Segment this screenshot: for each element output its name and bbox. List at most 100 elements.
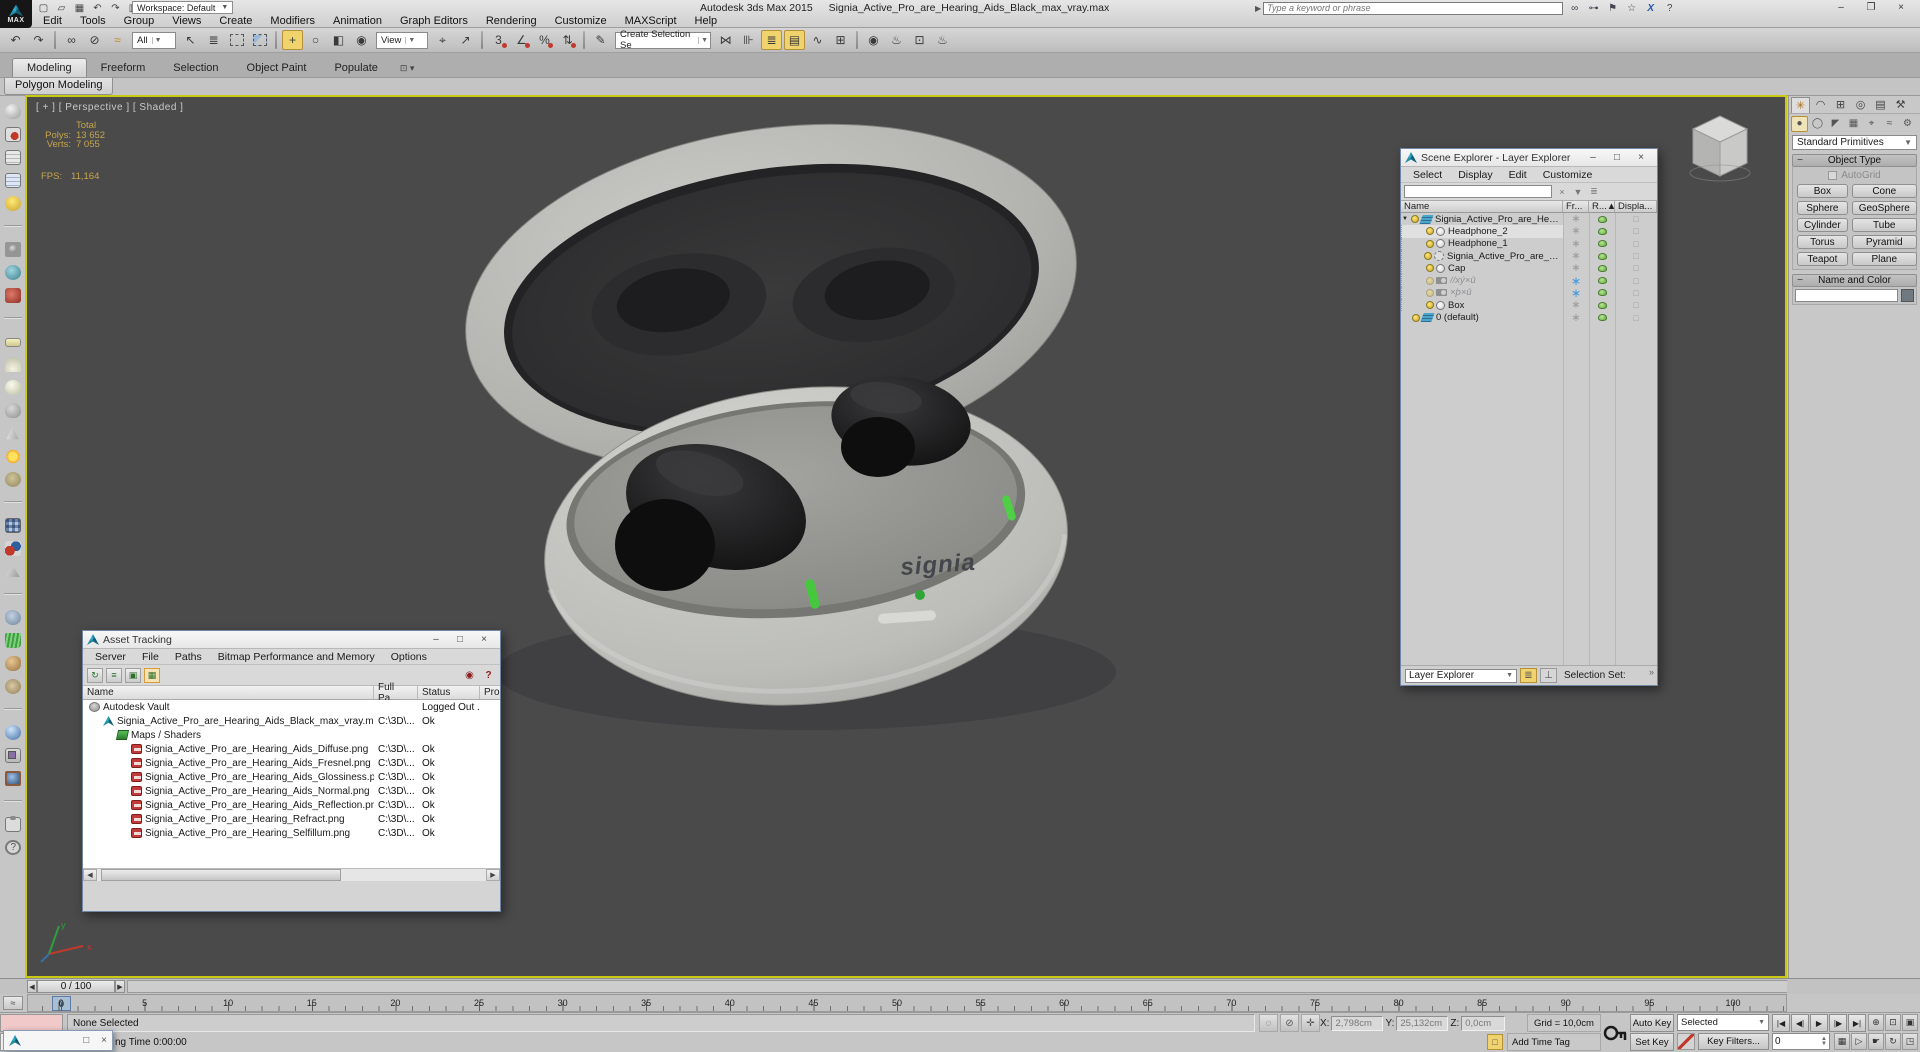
panel-tab-motion[interactable]: ◎	[1851, 97, 1870, 113]
pan-view-button[interactable]: ☛	[1868, 1033, 1884, 1050]
exchange-apps-icon[interactable]: X	[1641, 2, 1660, 15]
frozen-icon[interactable]: ∗	[1571, 287, 1581, 299]
time-tag-icon[interactable]: □	[1487, 1034, 1503, 1050]
select-and-move-button[interactable]: +	[282, 30, 303, 50]
isolate-selection-toggle[interactable]: ◌	[1259, 1014, 1278, 1032]
go-to-start-button[interactable]: |◀	[1772, 1014, 1790, 1032]
name-color-rollout-header[interactable]: − Name and Color	[1792, 274, 1917, 287]
primitive-button[interactable]: Tube	[1851, 218, 1917, 232]
add-layer-icon[interactable]: ≣	[1586, 185, 1602, 199]
menu-item[interactable]: Options	[383, 651, 435, 663]
toolbar-divider[interactable]	[481, 31, 483, 49]
polygon-modeling-panel-button[interactable]: Polygon Modeling	[4, 78, 114, 95]
refresh-icon[interactable]: ↻	[87, 667, 103, 683]
asset-tracking-titlebar[interactable]: Asset Tracking – □ ×	[83, 631, 500, 649]
column-header-proxy[interactable]: Pro	[480, 686, 500, 699]
column-header-frozen[interactable]: Fr...	[1563, 201, 1589, 212]
renderable-icon[interactable]	[1597, 215, 1607, 223]
render-production-button[interactable]: ♨	[932, 30, 953, 50]
visibility-bulb-icon[interactable]	[1411, 215, 1420, 224]
asset-row[interactable]: Signia_Active_Pro_are_Hearing_Aids_Fresn…	[83, 756, 500, 770]
new-file-button[interactable]: ▢	[36, 2, 51, 15]
scrollbar-thumb[interactable]	[101, 869, 341, 881]
layer-row[interactable]: ▼ Signia_Active_Pro_are_Hearing... ∗ □	[1401, 213, 1657, 225]
next-frame-button[interactable]: |▶	[1829, 1014, 1847, 1032]
undo-button[interactable]: ↶	[90, 2, 105, 15]
previous-frame-arrow[interactable]: ◀	[27, 980, 37, 993]
toolbar-divider[interactable]	[54, 31, 56, 49]
key-mode-dropdown[interactable]: Selected ▼	[1677, 1014, 1769, 1031]
redo-button[interactable]: ↷	[108, 2, 123, 15]
frozen-icon[interactable]: ∗	[1571, 238, 1580, 249]
display-icon[interactable]: □	[1633, 214, 1638, 224]
y-coordinate-field[interactable]: 25,132cm	[1396, 1015, 1449, 1031]
set-key-button[interactable]: Set Key	[1630, 1033, 1674, 1051]
display-icon[interactable]: □	[1633, 263, 1638, 273]
schematic-view-button[interactable]: ⊞	[830, 30, 851, 50]
display-icon[interactable]: □	[1633, 276, 1638, 286]
subtab-lights[interactable]: ◤	[1827, 116, 1844, 132]
rendered-frame-window-button[interactable]: ⊡	[909, 30, 930, 50]
new-key-brush-icon[interactable]	[1677, 1033, 1695, 1050]
visibility-bulb-icon[interactable]	[1426, 239, 1434, 248]
ribbon-tab-object-paint[interactable]: Object Paint	[233, 59, 321, 77]
window-crossing-button[interactable]	[249, 30, 270, 50]
minimize-button[interactable]: –	[1826, 0, 1856, 14]
render-setup-button[interactable]: ♨	[886, 30, 907, 50]
asset-row[interactable]: Signia_Active_Pro_are_Hearing_Aids_Norma…	[83, 784, 500, 798]
unlink-selection-button[interactable]: ⊘	[84, 30, 105, 50]
hierarchy-view-toggle[interactable]: ⊥	[1540, 668, 1557, 683]
asset-row[interactable]: Signia_Active_Pro_are_Hearing_Aids_Refle…	[83, 798, 500, 812]
subtab-space-warps[interactable]: ≈	[1881, 116, 1898, 132]
menu-item[interactable]: Group	[115, 15, 164, 27]
material-editor-button[interactable]: ◉	[863, 30, 884, 50]
minimized-window-titlebar[interactable]: □ ×	[3, 1030, 113, 1051]
field-of-view-button[interactable]: ▦	[1834, 1033, 1850, 1050]
frozen-icon[interactable]: ∗	[1571, 214, 1580, 225]
primitive-button[interactable]: Cylinder	[1797, 218, 1848, 232]
save-file-button[interactable]: ▦	[72, 2, 87, 15]
layer-row[interactable]: 0 (default) ∗ □	[1401, 311, 1657, 323]
ribbon-tab-modeling[interactable]: Modeling	[12, 58, 87, 77]
object-name-input[interactable]	[1795, 289, 1898, 302]
close-button[interactable]: ×	[472, 632, 496, 648]
open-file-button[interactable]: ▱	[54, 2, 69, 15]
toolbar-divider[interactable]	[856, 31, 858, 49]
layer-row[interactable]: Cap ∗ □	[1401, 262, 1657, 275]
explorer-mode-dropdown[interactable]: Layer Explorer ▼	[1405, 668, 1517, 683]
asset-row[interactable]: Signia_Active_Pro_are_Hearing_Refract.pn…	[83, 812, 500, 826]
select-object-button[interactable]: ↖	[180, 30, 201, 50]
select-and-link-button[interactable]: ∞	[61, 30, 82, 50]
layer-view-toggle[interactable]: ≣	[1520, 668, 1537, 683]
asset-row[interactable]: Signia_Active_Pro_are_Hearing_Aids_Gloss…	[83, 770, 500, 784]
viewport-label[interactable]: [ + ] [ Perspective ] [ Shaded ]	[36, 102, 183, 113]
menu-item[interactable]: Create	[210, 15, 261, 27]
selection-lock-toggle[interactable]: ⊘	[1280, 1014, 1299, 1032]
curve-editor-button[interactable]: ∿	[807, 30, 828, 50]
communication-center-icon[interactable]: ⚑	[1603, 2, 1622, 15]
renderable-icon[interactable]	[1597, 264, 1607, 272]
primitive-button[interactable]: Pyramid	[1851, 235, 1917, 249]
visibility-bulb-icon[interactable]	[1424, 252, 1433, 261]
column-header-full-path[interactable]: Full Pa...	[374, 682, 418, 704]
select-and-rotate-button[interactable]: ○	[305, 30, 326, 50]
scene-explorer-titlebar[interactable]: Scene Explorer - Layer Explorer – □ ×	[1401, 149, 1657, 167]
menu-item[interactable]: Display	[1450, 169, 1500, 181]
display-icon[interactable]: □	[1633, 313, 1638, 323]
search-expand-icon[interactable]: ▶	[1255, 4, 1261, 13]
time-slider-button[interactable]: 0 / 100	[37, 980, 115, 993]
zoom-button[interactable]: ⊕	[1868, 1014, 1884, 1031]
object-color-swatch[interactable]	[1901, 289, 1914, 302]
maximize-button[interactable]: □	[448, 632, 472, 648]
close-button[interactable]: ×	[101, 1035, 107, 1046]
panel-tab-display[interactable]: ▤	[1871, 97, 1890, 113]
application-menu-button[interactable]: MAX	[0, 0, 32, 28]
select-and-scale-button[interactable]: ◧	[328, 30, 349, 50]
menu-item[interactable]: Rendering	[477, 15, 546, 27]
absolute-offset-toggle[interactable]: ✛	[1301, 1014, 1320, 1032]
column-header-name[interactable]: Name	[1401, 201, 1563, 212]
zoom-region-button[interactable]: ▷	[1851, 1033, 1867, 1050]
horizontal-scrollbar[interactable]: ◀ ▶	[83, 868, 500, 881]
asset-row[interactable]: Signia_Active_Pro_are_Hearing_Selfillum.…	[83, 826, 500, 840]
layer-row[interactable]: Signia_Active_Pro_are_Hea... ∗ □	[1401, 249, 1657, 263]
